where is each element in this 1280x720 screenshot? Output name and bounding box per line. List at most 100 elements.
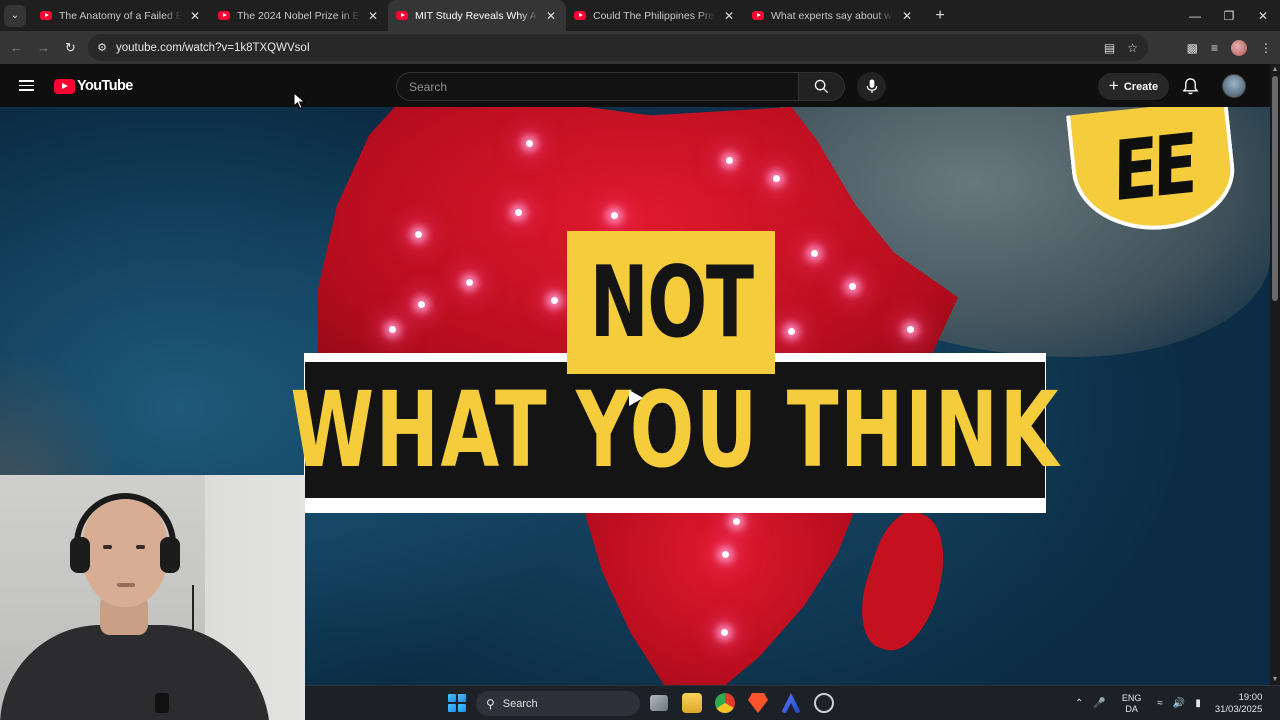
windows-start-icon[interactable] bbox=[448, 694, 466, 712]
scrollbar-thumb[interactable] bbox=[1272, 76, 1278, 301]
browser-tab-4[interactable]: Could The Philippines Predict C ✕ bbox=[566, 0, 744, 31]
forward-icon[interactable]: → bbox=[30, 34, 57, 61]
battery-icon[interactable]: ▮ bbox=[1195, 698, 1201, 709]
close-tab-icon[interactable]: ✕ bbox=[900, 9, 914, 23]
volume-icon[interactable]: 🔊 bbox=[1173, 698, 1185, 709]
scroll-up-icon[interactable]: ▲ bbox=[1271, 66, 1279, 73]
youtube-favicon-icon bbox=[218, 11, 230, 20]
site-settings-icon[interactable]: ⚙ bbox=[88, 41, 116, 54]
voice-search-button[interactable] bbox=[857, 72, 886, 101]
close-tab-icon[interactable]: ✕ bbox=[722, 9, 736, 23]
extensions-icon[interactable]: ▩ bbox=[1187, 41, 1198, 55]
plus-icon: + bbox=[1108, 75, 1119, 95]
thumbnail-top-word: NOT bbox=[589, 245, 754, 360]
address-bar[interactable]: ⚙ youtube.com/watch?v=1k8TXQWVsoI ▤ ☆ bbox=[88, 34, 1148, 61]
thumbnail-banner-text: WHAT YOU THINK bbox=[290, 369, 1060, 491]
language-line-2: DA bbox=[1125, 703, 1138, 714]
tab-title: The Anatomy of a Failed Econo bbox=[59, 9, 182, 22]
more-menu-icon[interactable]: ⋮ bbox=[1260, 41, 1272, 55]
create-label: Create bbox=[1123, 80, 1159, 93]
browser-tab-strip: ⌄ The Anatomy of a Failed Econo ✕ The 20… bbox=[0, 0, 1280, 31]
close-tab-icon[interactable]: ✕ bbox=[366, 9, 380, 23]
browser-tab-1[interactable]: The Anatomy of a Failed Econo ✕ bbox=[32, 0, 210, 31]
thumbnail-africa-south bbox=[580, 497, 860, 685]
tab-title: MIT Study Reveals Why Africa Is bbox=[415, 9, 538, 22]
city-light bbox=[773, 175, 780, 182]
youtube-favicon-icon bbox=[40, 11, 52, 20]
search-icon bbox=[814, 79, 829, 94]
microphone-in-use-icon[interactable]: 🎤 bbox=[1093, 698, 1105, 709]
language-indicator[interactable]: ENG DA bbox=[1122, 693, 1142, 715]
show-hidden-icons[interactable]: ⌃ bbox=[1075, 698, 1083, 709]
scroll-down-icon[interactable]: ▼ bbox=[1271, 676, 1279, 683]
thumbnail-not-box: NOT bbox=[567, 231, 775, 374]
clock[interactable]: 19:00 31/03/2025 bbox=[1215, 692, 1263, 716]
tab-title: What experts say about who ha bbox=[771, 9, 894, 22]
account-avatar[interactable] bbox=[1222, 74, 1246, 98]
person-eye bbox=[136, 545, 145, 549]
minimize-icon[interactable]: — bbox=[1178, 0, 1212, 31]
taskbar-search[interactable]: ⚲ Search bbox=[476, 691, 640, 716]
browser-profile-icon[interactable] bbox=[1231, 39, 1247, 56]
chrome-icon[interactable] bbox=[715, 693, 735, 713]
browser-tab-5[interactable]: What experts say about who ha ✕ bbox=[744, 0, 922, 31]
url-text[interactable]: youtube.com/watch?v=1k8TXQWVsoI bbox=[116, 42, 1104, 54]
cast-icon[interactable]: ▤ bbox=[1104, 41, 1115, 55]
wifi-icon[interactable]: ≈ bbox=[1157, 698, 1163, 709]
mouse-cursor-icon bbox=[293, 92, 306, 110]
windows-taskbar: ⚲ Search ⌃ 🎤 ENG DA ≈ 🔊 ▮ 19:00 31/03/20… bbox=[305, 685, 1280, 720]
create-button[interactable]: + Create bbox=[1098, 73, 1169, 100]
arc-app-icon[interactable] bbox=[781, 693, 801, 713]
system-tray: ⌃ 🎤 ENG DA ≈ 🔊 ▮ 19:00 31/03/2025 bbox=[1075, 686, 1262, 720]
new-tab-button[interactable]: + bbox=[928, 7, 952, 25]
person-mouth bbox=[117, 583, 135, 587]
youtube-logo[interactable]: YouTube bbox=[54, 78, 133, 94]
city-light bbox=[722, 551, 729, 558]
city-light bbox=[849, 283, 856, 290]
media-controls-icon[interactable]: ≡ bbox=[1211, 41, 1218, 55]
play-icon[interactable] bbox=[628, 389, 644, 407]
menu-icon[interactable] bbox=[19, 80, 34, 91]
tab-search-button[interactable]: ⌄ bbox=[4, 4, 26, 27]
city-light bbox=[721, 629, 728, 636]
task-view-icon[interactable] bbox=[650, 695, 668, 711]
city-light bbox=[526, 140, 533, 147]
webcam-overlay bbox=[0, 475, 305, 720]
file-explorer-icon[interactable] bbox=[682, 693, 702, 713]
reload-icon[interactable]: ↻ bbox=[57, 34, 84, 61]
close-tab-icon[interactable]: ✕ bbox=[188, 9, 202, 23]
search-icon: ⚲ bbox=[486, 696, 495, 711]
taskbar-search-label: Search bbox=[502, 697, 538, 710]
channel-badge-text: EE bbox=[1112, 116, 1194, 221]
screen: ⌄ The Anatomy of a Failed Econo ✕ The 20… bbox=[0, 0, 1280, 720]
browser-tab-2[interactable]: The 2024 Nobel Prize in Econo ✕ bbox=[210, 0, 388, 31]
city-light bbox=[418, 301, 425, 308]
search-input[interactable] bbox=[409, 79, 798, 94]
headphone-cup-left bbox=[70, 537, 90, 573]
search-button[interactable] bbox=[798, 72, 845, 101]
city-light bbox=[788, 328, 795, 335]
maximize-icon[interactable]: ❐ bbox=[1212, 0, 1246, 31]
back-icon[interactable]: ← bbox=[3, 34, 30, 61]
microphone-icon bbox=[866, 79, 877, 94]
youtube-masthead: YouTube + Create bbox=[0, 64, 1280, 107]
language-line-1: ENG bbox=[1121, 692, 1142, 703]
person-eye bbox=[103, 545, 112, 549]
brave-browser-icon[interactable] bbox=[748, 693, 768, 713]
browser-toolbar: ← → ↻ ⚙ youtube.com/watch?v=1k8TXQWVsoI … bbox=[0, 31, 1280, 64]
notifications-bell-icon[interactable] bbox=[1181, 77, 1200, 96]
city-light bbox=[907, 326, 914, 333]
headphone-cup-right bbox=[160, 537, 180, 573]
bookmark-star-icon[interactable]: ☆ bbox=[1127, 41, 1138, 55]
thumbnail-banner: WHAT YOU THINK bbox=[290, 362, 1058, 498]
clock-date: 31/03/2025 bbox=[1214, 703, 1263, 715]
thumbnail-madagascar bbox=[848, 504, 960, 660]
clip-microphone bbox=[155, 693, 169, 713]
city-light bbox=[811, 250, 818, 257]
close-window-icon[interactable]: ✕ bbox=[1246, 0, 1280, 31]
browser-tab-3-active[interactable]: MIT Study Reveals Why Africa Is ✕ bbox=[388, 0, 566, 31]
settings-app-icon[interactable] bbox=[814, 693, 834, 713]
close-tab-icon[interactable]: ✕ bbox=[544, 9, 558, 23]
page-scrollbar[interactable]: ▲ ▼ bbox=[1270, 64, 1280, 685]
city-light bbox=[611, 212, 618, 219]
